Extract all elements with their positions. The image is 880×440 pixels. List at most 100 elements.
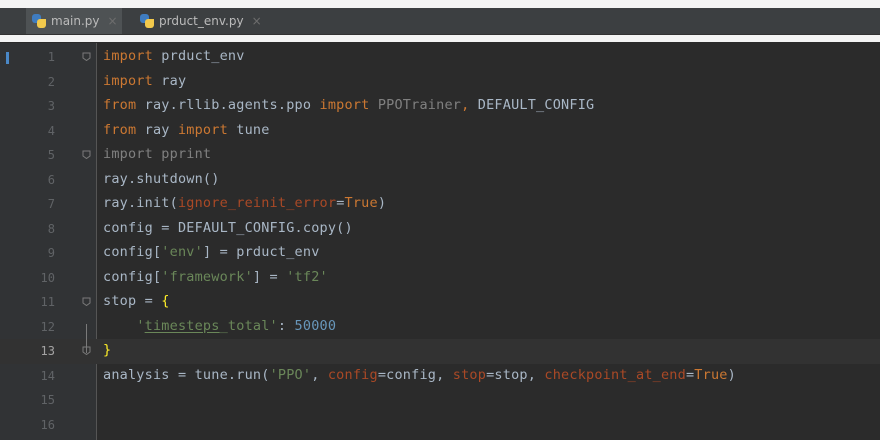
code-token: 'framework' [161,268,253,285]
code-text: from ray import tune [103,122,270,138]
code-token: =config, [377,366,453,383]
code-token: ] = prduct_env [202,244,320,260]
code-line[interactable]: 12 'timesteps_total': 50000 [0,315,880,340]
fold-marker-icon[interactable] [82,150,91,159]
code-token: stop = [103,293,162,309]
python-file-icon [140,14,154,28]
code-token: analysis = tune.run( [103,366,270,383]
line-number: 8 [47,221,55,236]
code-line[interactable]: 3 from ray.rllib.agents.ppo import PPOTra… [0,94,880,119]
code-line[interactable]: 13} [0,339,880,364]
line-number: 16 [40,417,55,432]
code-token: = [336,195,345,211]
code-token: config [327,366,378,383]
code-token: ray.rllib.agents.ppo [136,97,320,113]
line-number: 5 [47,148,55,162]
code-token: ray [136,121,178,138]
code-token: prduct_env [152,48,245,64]
code-token: , [311,366,328,383]
fold-marker-icon[interactable] [82,297,91,306]
code-token: 'PPO' [269,366,312,383]
code-text: config = DEFAULT_CONFIG.copy() [103,220,353,236]
line-number: 14 [40,368,55,383]
ide-window: main.py × prduct_env.py × 1 import prduct… [0,0,880,440]
code-token: =stop, [486,366,545,383]
code-token: 50000 [294,317,337,334]
code-line[interactable]: 14 analysis = tune.run('PPO', config=conf… [0,364,880,389]
code-token: 'tf2' [286,268,328,285]
code-token: import pprint [103,146,212,162]
code-text: config['env'] = prduct_env [103,244,320,260]
code-line[interactable]: 15 [0,388,880,413]
code-text: ray.init(ignore_reinit_error=True) [103,195,386,211]
code-token: from [103,121,137,138]
code-token: ' [136,317,145,334]
line-number: 11 [40,295,55,309]
code-text: stop = { [103,293,170,309]
line-number: 9 [47,246,55,260]
code-line[interactable]: 9 config['env'] = prduct_env [0,241,880,266]
code-token: _total' [219,317,278,334]
code-line[interactable]: 11 stop = { [0,290,880,315]
line-number: 6 [47,172,55,187]
line-number: 4 [47,123,55,138]
code-text: import pprint [103,146,211,162]
line-number: 13 [40,344,55,358]
code-token: { [161,293,170,309]
code-token: stop [452,366,487,383]
code-line[interactable]: 2 import ray [0,70,880,95]
code-line[interactable]: 7 ray.init(ignore_reinit_error=True) [0,192,880,217]
code-token: , [461,97,478,113]
code-text: from ray.rllib.agents.ppo import PPOTrai… [103,97,594,113]
code-token: ray.init( [103,195,178,211]
code-token: ray.shutdown() [103,170,220,187]
code-line[interactable]: 16 [0,413,880,438]
code-line[interactable]: 5 import pprint [0,143,880,168]
code-token: import [177,121,228,138]
code-token: PPOTrainer [377,97,462,113]
code-token: ] = [252,268,287,285]
code-token: True [694,366,728,383]
code-text: ray.shutdown() [103,171,220,187]
fold-marker-icon[interactable] [82,52,91,61]
code-line[interactable]: 1 import prduct_env [0,45,880,70]
code-text: config['framework'] = 'tf2' [103,269,328,285]
code-text: import ray [103,73,186,89]
code-token: import [103,72,153,89]
code-token: ray [152,72,187,89]
code-editor[interactable]: 1 import prduct_env 2 import ray 3 from ray.r… [0,43,880,440]
code-token: tune [227,121,270,138]
line-number: 15 [40,393,55,407]
code-token: : [277,317,295,334]
code-line[interactable]: 4 from ray import tune [0,119,880,144]
fold-guide [86,324,87,353]
code-token: True [344,195,378,211]
code-token: config = DEFAULT_CONFIG.copy() [103,219,353,236]
line-number: 3 [47,99,55,113]
line-number: 2 [47,74,55,89]
tab-label: prduct_env.py [159,14,244,28]
close-tab-icon[interactable]: × [108,14,118,28]
code-line[interactable]: 8 config = DEFAULT_CONFIG.copy() [0,217,880,242]
close-tab-icon[interactable]: × [252,14,262,28]
code-line[interactable]: 6 ray.shutdown() [0,168,880,193]
code-token: 'env' [161,244,203,260]
tab-prduct-env-py[interactable]: prduct_env.py × [134,8,294,34]
code-line[interactable]: 10 config['framework'] = 'tf2' [0,266,880,291]
line-number: 1 [47,50,55,64]
tab-label: main.py [51,14,100,28]
code-token: ignore_reinit_error [177,195,337,211]
line-number: 10 [40,270,55,285]
code-text: 'timesteps_total': 50000 [103,318,336,334]
code-text: import prduct_env [103,48,245,64]
code-token: ) [727,366,736,383]
editor-tab-bar-frame: main.py × prduct_env.py × [0,0,880,42]
code-token: checkpoint_at_end [544,366,686,383]
line-number: 12 [40,319,55,334]
code-token: ) [377,195,387,211]
tab-main-py[interactable]: main.py × [26,8,122,34]
editor-tab-strip: main.py × prduct_env.py × [0,8,880,35]
code-token: config[ [103,268,162,285]
code-token: from [103,97,137,113]
code-token: config[ [103,244,162,260]
